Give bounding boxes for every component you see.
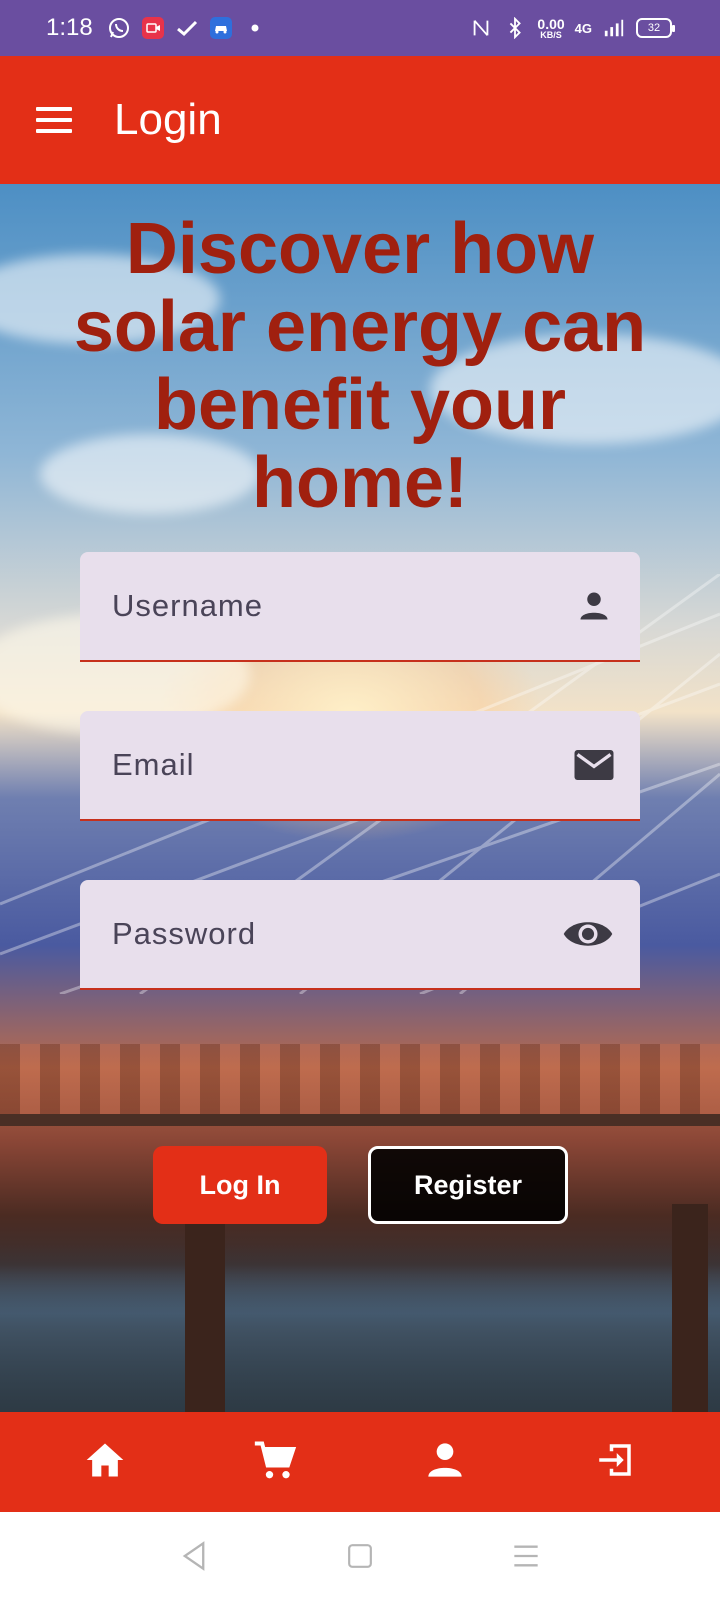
whatsapp-icon (107, 16, 131, 40)
status-bar: 1:18 0.00 KB/S 4G 32 (0, 0, 720, 56)
car-icon (209, 16, 233, 40)
signal-icon (602, 16, 626, 40)
check-icon (175, 16, 199, 40)
nav-home-button[interactable] (75, 1432, 135, 1492)
cart-icon (253, 1438, 297, 1487)
hero-background: Discover how solar energy can benefit yo… (0, 184, 720, 1412)
nav-cart-button[interactable] (245, 1432, 305, 1492)
system-navigation-bar (0, 1512, 720, 1600)
network-speed: 0.00 KB/S (537, 15, 565, 40)
home-icon (83, 1438, 127, 1487)
nfc-icon (469, 16, 493, 40)
hero-headline: Discover how solar energy can benefit yo… (73, 209, 647, 523)
password-input[interactable] (112, 916, 560, 952)
nav-logout-button[interactable] (585, 1432, 645, 1492)
logout-icon (594, 1439, 636, 1486)
network-type: 4G (574, 20, 592, 36)
bottom-navigation (0, 1412, 720, 1512)
person-icon (425, 1440, 465, 1485)
person-icon (572, 584, 616, 628)
hamburger-menu-icon[interactable] (36, 100, 76, 140)
battery-icon: 32 (636, 18, 675, 38)
mail-icon (572, 743, 616, 787)
nav-profile-button[interactable] (415, 1432, 475, 1492)
home-square-icon[interactable] (342, 1538, 378, 1574)
register-button[interactable]: Register (368, 1146, 568, 1224)
recents-menu-icon[interactable] (508, 1538, 544, 1574)
dot-icon (243, 16, 267, 40)
username-input[interactable] (112, 588, 572, 624)
app-bar: Login (0, 56, 720, 184)
email-field[interactable] (80, 711, 640, 821)
page-title: Login (114, 95, 222, 144)
eye-icon[interactable] (560, 912, 616, 956)
back-icon[interactable] (176, 1538, 212, 1574)
username-field[interactable] (80, 552, 640, 662)
login-button[interactable]: Log In (153, 1146, 327, 1224)
bluetooth-icon (503, 16, 527, 40)
status-time: 1:18 (46, 14, 93, 41)
password-field[interactable] (80, 880, 640, 990)
screen-record-icon (141, 16, 165, 40)
email-input[interactable] (112, 747, 572, 783)
